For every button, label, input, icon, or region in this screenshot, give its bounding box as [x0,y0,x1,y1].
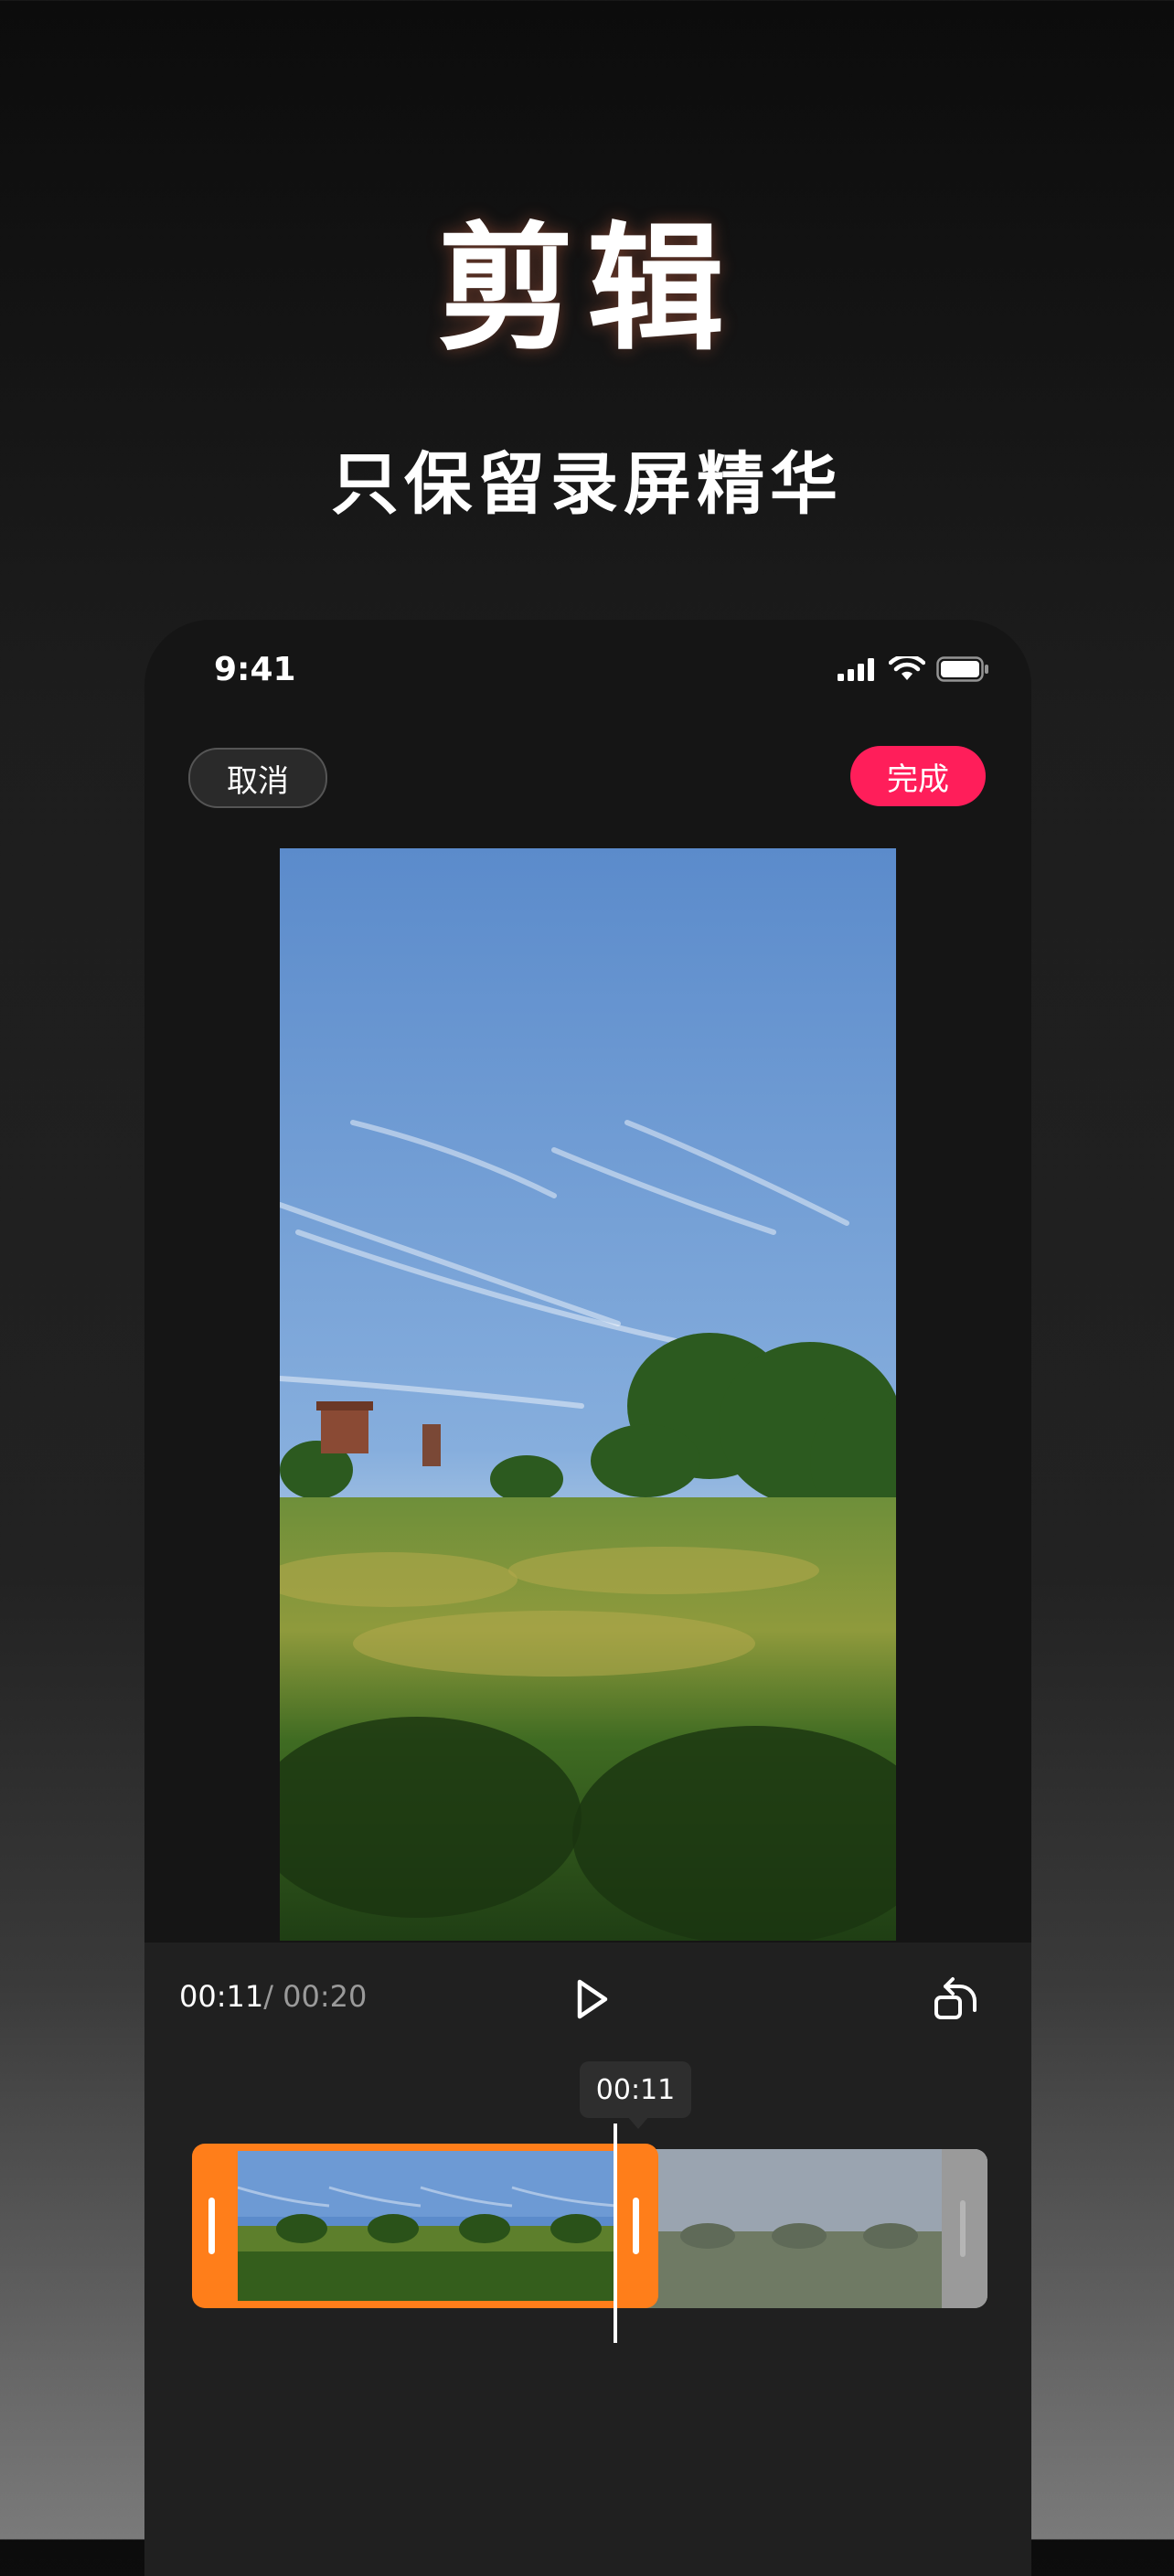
time-tooltip: 00:11 [580,2061,691,2118]
status-icons [838,656,989,682]
undo-icon[interactable] [929,1970,984,2025]
signal-icon [838,658,874,681]
video-preview [280,848,896,1941]
selected-thumbnails [238,2151,616,2301]
battery-icon [936,656,988,682]
wifi-icon [889,656,925,680]
trim-selection[interactable] [192,2144,658,2308]
trim-selection-end-handle[interactable] [633,2198,639,2254]
play-icon[interactable] [565,1974,616,2025]
phone-screen: 9:41 取消 完成 00:11/ 00:20 00:11 [144,620,1031,2576]
video-frame [280,848,896,1941]
tooltip-arrow [627,2116,649,2129]
hero-title: 剪辑 [436,210,737,369]
total-time: / 00:20 [263,1979,368,2014]
playhead[interactable] [614,2124,617,2343]
hero-subtitle: 只保留录屏精华 [331,445,843,524]
current-time: 00:11 [179,1979,264,2014]
done-button[interactable]: 完成 [850,746,986,806]
trim-start-handle[interactable] [208,2198,215,2254]
trim-end-handle[interactable] [942,2149,987,2308]
status-time: 9:41 [214,651,296,688]
editor-controls: 00:11/ 00:20 00:11 [144,1943,1031,2576]
cancel-button[interactable]: 取消 [188,748,327,808]
time-readout: 00:11/ 00:20 [179,1979,367,2014]
